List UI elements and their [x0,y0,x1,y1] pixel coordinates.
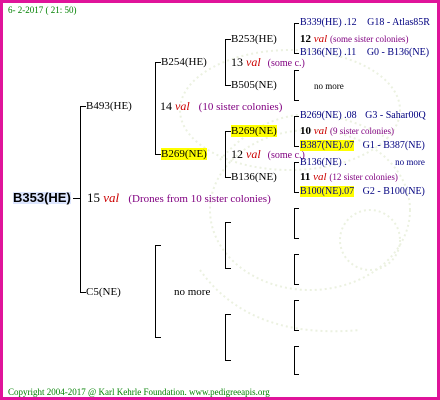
connector [294,346,295,374]
dam-queen[interactable]: C5(NE) [86,286,121,298]
ss-sire-queen[interactable]: B253(HE) [231,33,277,45]
sire-dam-queen[interactable]: B269(NE) [161,148,207,160]
sire-sire-count: 13 val (some c.) [231,55,305,69]
connector [294,254,295,284]
connector [294,208,299,209]
root-queen[interactable]: B353(HE) [13,191,71,204]
connector [155,62,156,154]
connector [294,116,299,117]
sire-val-label: val [175,99,190,113]
connector [294,23,295,53]
gen4-entry[interactable]: B136(NE) .11 G0 - B136(NE) [300,47,429,59]
connector [294,116,295,146]
sire-sire-queen[interactable]: B254(HE) [161,56,207,68]
connector [294,300,295,330]
connector [225,39,226,85]
connector [294,100,299,101]
connector [73,198,80,199]
gen4-entry[interactable]: B136(NE) . no more [300,156,425,169]
connector [294,330,299,331]
connector [225,222,231,223]
connector [294,23,299,24]
ss-sire-count: 12 val (some sister colonies) [300,33,409,45]
connector [294,70,299,71]
connector [294,374,299,375]
sire-dam-count: 12 val (some c.) [231,147,305,161]
connector [155,337,161,338]
connector [225,222,226,268]
sd-dam-count: 11 val (12 sister colonies) [300,171,398,183]
connector [294,162,295,192]
gen4-entry[interactable]: B339(HE) .12 G18 - Atlas85R [300,17,430,29]
connector [225,131,226,177]
ss-dam-queen[interactable]: B505(NE) [231,79,277,91]
sd-sire-count: 10 val (9 sister colonies) [300,125,394,137]
connector [225,314,226,360]
ss-dam-no-more: no more [314,81,344,91]
dam-no-more: no more [174,286,211,298]
connector [225,360,231,361]
connector [155,245,161,246]
copyright: Copyright 2004-2017 @ Karl Kehrle Founda… [8,387,270,397]
sire-queen[interactable]: B493(HE) [86,100,132,112]
connector [294,208,295,238]
connector [294,300,299,301]
sd-sire-queen[interactable]: B269(NE) [231,125,277,137]
connector [294,254,299,255]
connector [294,192,299,193]
connector [225,314,231,315]
sd-dam-queen[interactable]: B136(NE) [231,171,277,183]
connector [294,346,299,347]
connector [155,245,156,337]
root-num: 15 [87,190,100,205]
root-val-label: val [103,190,120,205]
connector [294,284,299,285]
connector [294,146,299,147]
gen4-entry[interactable]: B269(NE) .08 G3 - Sahar00Q [300,110,426,122]
sire-note: (10 sister colonies) [198,101,283,113]
connector [294,70,295,100]
gen4-entry[interactable]: B100(NE).07 G2 - B100(NE) [300,186,425,198]
sire-num: 14 [160,99,172,113]
gen4-entry[interactable]: B387(NE).07 G1 - B387(NE) [300,140,425,152]
connector [225,268,231,269]
connector [294,238,299,239]
connector [80,106,81,292]
timestamp: 6- 2-2017 ( 21: 50) [8,5,77,15]
root-note: (Drones from 10 sister colonies) [128,193,271,205]
sire-colonies-count: 14 val (10 sister colonies) [160,100,282,113]
connector [294,162,299,163]
connector [294,53,299,54]
root-colonies-count: 15 val (Drones from 10 sister colonies) [87,190,271,205]
